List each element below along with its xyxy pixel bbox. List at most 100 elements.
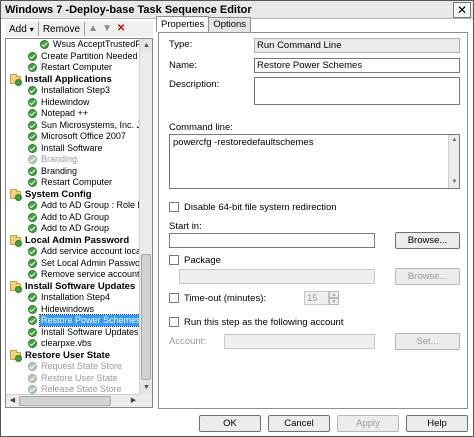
tree-step[interactable]: Restore Power Schemes xyxy=(28,314,140,327)
type-field: Run Command Line xyxy=(254,38,460,53)
folder-icon xyxy=(10,280,22,293)
browse-start-in-button[interactable]: Browse... xyxy=(395,232,460,249)
h-scroll-thumb[interactable] xyxy=(19,396,111,406)
tree-step[interactable]: Request State Store xyxy=(28,361,123,372)
description-input[interactable] xyxy=(254,77,460,105)
start-in-input[interactable] xyxy=(169,233,375,248)
tree-group[interactable]: Local Admin Password xyxy=(10,234,130,247)
tree-step[interactable]: Install Software Updates xyxy=(28,327,140,338)
start-in-label: Start in: xyxy=(169,221,202,232)
tree-step[interactable]: Hidewindow xyxy=(28,97,91,108)
tree-step[interactable]: Branding xyxy=(28,166,78,177)
step-check-icon xyxy=(28,293,37,302)
tree-step[interactable]: Release State Store xyxy=(28,384,123,394)
tree-step[interactable]: Wsus AcceptTrustedPu xyxy=(40,39,140,50)
tree-group[interactable]: Install Software Updates xyxy=(10,280,136,293)
properties-panel: Type: Run Command Line Name: Restore Pow… xyxy=(158,32,468,409)
tree-step[interactable]: Install Software xyxy=(28,143,104,154)
apply-button[interactable]: Apply xyxy=(337,415,399,432)
task-sequence-editor-window: Windows 7 -Deploy-base Task Sequence Edi… xyxy=(0,0,474,437)
step-check-icon xyxy=(28,373,37,383)
disable-64bit-checkbox[interactable] xyxy=(169,202,179,212)
tree-item-label: Hidewindow xyxy=(41,96,90,107)
tree-item-label: clearpxe.vbs xyxy=(41,338,92,348)
command-line-scrollbar[interactable]: ▲ ▼ xyxy=(448,135,459,188)
move-down-icon[interactable]: ▼ xyxy=(101,23,113,35)
tree-step[interactable]: Installation Step4 xyxy=(28,292,111,303)
step-check-icon xyxy=(28,247,37,256)
tree-step[interactable]: Create Partition Needed by xyxy=(28,51,140,62)
tree-item-label: Hidewindows xyxy=(41,303,95,314)
tree-step[interactable]: Remove service account loca xyxy=(28,269,140,280)
folder-icon xyxy=(10,234,22,247)
scroll-up-icon[interactable]: ▲ xyxy=(140,39,152,52)
step-check-icon xyxy=(28,132,37,141)
tree-step[interactable]: Add service account local ac xyxy=(28,246,140,257)
cancel-button[interactable]: Cancel xyxy=(268,415,330,432)
tree-item-label: Branding xyxy=(41,154,78,164)
tree-item-label: Restore User State xyxy=(25,349,111,361)
step-check-icon xyxy=(28,86,37,95)
add-button[interactable]: Add ▾ xyxy=(5,22,39,36)
scroll-up-icon[interactable]: ▲ xyxy=(449,135,459,146)
step-check-icon xyxy=(28,362,37,371)
chevron-down-icon: ▾ xyxy=(29,24,34,34)
delete-icon[interactable]: ✕ xyxy=(115,23,127,35)
tree-step[interactable]: Set Local Admin Password xyxy=(28,258,140,269)
tree-item-label: Install Software Updates xyxy=(41,326,139,337)
tree-item-label: Release State Store xyxy=(41,384,122,394)
run-as-account-checkbox[interactable] xyxy=(169,317,179,327)
tree-item-label: Sun Microsystems, Inc. Java xyxy=(41,119,140,130)
tree-step[interactable]: clearpxe.vbs xyxy=(28,338,93,349)
package-input xyxy=(179,269,375,284)
tab-options[interactable]: Options xyxy=(208,17,252,32)
tree-step[interactable]: Microsoft Office 2007 xyxy=(28,131,127,142)
tree-horizontal-scrollbar[interactable]: ◀ ▶ xyxy=(6,394,140,407)
tree-step[interactable]: Notepad ++ xyxy=(28,108,89,119)
tree-item-label: Installation Step4 xyxy=(41,292,111,302)
remove-button[interactable]: Remove xyxy=(39,22,86,36)
step-check-icon xyxy=(28,178,37,187)
folder-icon xyxy=(10,349,22,362)
package-checkbox[interactable] xyxy=(169,255,179,265)
scroll-thumb[interactable] xyxy=(141,254,151,380)
step-check-icon xyxy=(28,258,37,268)
scroll-down-icon[interactable]: ▼ xyxy=(449,177,459,188)
tree-step[interactable]: Restart Computer xyxy=(28,177,113,188)
tree-step[interactable]: Installation Step3 xyxy=(28,85,111,96)
tree-item-label: Microsoft Office 2007 xyxy=(41,131,126,141)
tree-step[interactable]: Hidewindows xyxy=(28,304,95,315)
tree-item-label: Wsus AcceptTrustedPu xyxy=(53,39,140,49)
tree-step[interactable]: Branding xyxy=(28,154,78,165)
tree-step[interactable]: Restart Computer xyxy=(28,62,113,73)
move-up-icon[interactable]: ▲ xyxy=(87,23,99,35)
scroll-down-icon[interactable]: ▼ xyxy=(140,381,152,394)
step-check-icon xyxy=(28,212,37,222)
tree-item-label: Add to AD Group : Role HR xyxy=(41,200,140,210)
tree-item-label: Branding xyxy=(41,165,78,176)
tree-group[interactable]: Restore User State xyxy=(10,349,111,362)
scroll-left-icon[interactable]: ◀ xyxy=(6,395,19,407)
tree-item-label: Remove service account loca xyxy=(41,269,140,279)
tree-step[interactable]: Add to AD Group xyxy=(28,212,110,223)
tree-step[interactable]: Restore User State xyxy=(28,373,119,384)
ok-button[interactable]: OK xyxy=(199,415,261,432)
tab-strip: Properties Options xyxy=(156,16,252,33)
tab-properties[interactable]: Properties xyxy=(156,16,210,32)
tree-step[interactable]: Add to AD Group : Role HR xyxy=(28,200,140,211)
step-check-icon xyxy=(28,51,37,61)
step-check-icon xyxy=(28,166,37,176)
tree-group[interactable]: System Config xyxy=(10,188,93,201)
run-as-account-label: Run this step as the following account xyxy=(184,317,344,328)
tree-vertical-scrollbar[interactable]: ▲ ▼ xyxy=(139,39,152,394)
tree-step[interactable]: Add to AD Group xyxy=(28,223,110,234)
timeout-checkbox[interactable] xyxy=(169,293,179,303)
help-button[interactable]: Help xyxy=(406,415,468,432)
name-input[interactable]: Restore Power Schemes xyxy=(254,58,460,73)
tree-step[interactable]: Sun Microsystems, Inc. Java xyxy=(28,120,140,131)
tree-group[interactable]: Install Applications xyxy=(10,73,113,86)
close-button[interactable]: ✕ xyxy=(453,1,471,18)
command-line-text: powercfg -restoredefaultschemes xyxy=(173,137,314,148)
tree-item-label: Installation Step3 xyxy=(41,85,111,95)
command-line-input[interactable]: powercfg -restoredefaultschemes ▲ ▼ xyxy=(169,134,460,189)
